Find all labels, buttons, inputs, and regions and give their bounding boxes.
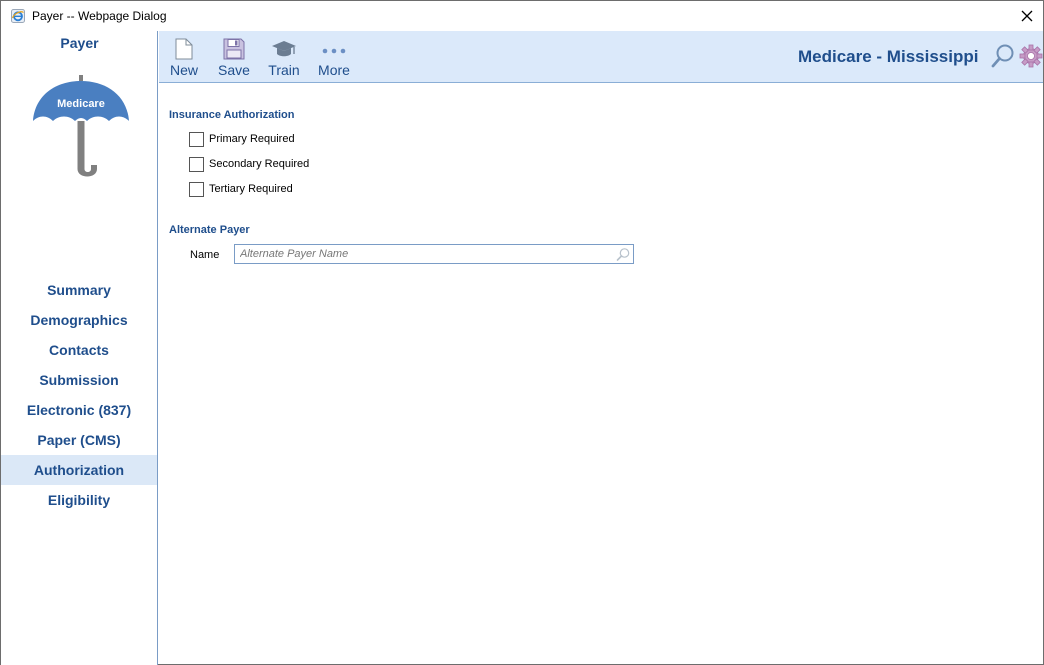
gear-icon (1019, 44, 1043, 68)
graduation-cap-icon (272, 41, 296, 57)
sidebar-item-submission[interactable]: Submission (1, 365, 157, 395)
sidebar-item-eligibility[interactable]: Eligibility (1, 485, 157, 515)
sidebar-item-demographics[interactable]: Demographics (1, 305, 157, 335)
title-bar: Payer -- Webpage Dialog (1, 1, 1043, 31)
sidebar-item-electronic-837[interactable]: Electronic (837) (1, 395, 157, 425)
more-dots-icon (322, 48, 346, 54)
search-icon (991, 44, 1014, 68)
close-icon (1021, 10, 1033, 22)
toolbar-settings-button[interactable] (1018, 43, 1044, 71)
new-label: New (169, 62, 198, 78)
payer-name-heading: Medicare - Mississippi (798, 47, 979, 66)
window-title: Payer -- Webpage Dialog (32, 9, 167, 23)
sidebar-nav: Summary Demographics Contacts Submission… (1, 275, 157, 515)
toolbar-search-button[interactable] (990, 43, 1016, 71)
tertiary-required-label: Tertiary Required (209, 183, 293, 195)
train-button[interactable]: Train (259, 35, 309, 81)
close-button[interactable] (1011, 1, 1043, 31)
umbrella-icon: Medicare (33, 75, 129, 177)
logo-text: Medicare (57, 98, 105, 110)
floppy-disk-icon (223, 38, 245, 60)
ie-icon (11, 9, 25, 23)
sidebar-item-authorization[interactable]: Authorization (1, 455, 157, 485)
secondary-required-checkbox[interactable] (189, 157, 204, 172)
primary-required-label: Primary Required (209, 133, 295, 145)
sidebar-title: Payer (60, 35, 99, 51)
sidebar-item-paper-cms[interactable]: Paper (CMS) (1, 425, 157, 455)
search-icon[interactable] (615, 247, 631, 262)
dialog-window: Payer -- Webpage Dialog Payer Medicare S… (0, 0, 1044, 665)
alternate-payer-name-field (234, 244, 634, 264)
save-label: Save (218, 62, 250, 78)
authorization-panel: Insurance Authorization Primary Required… (159, 84, 1043, 665)
new-document-icon (175, 38, 193, 60)
save-button[interactable]: Save (209, 35, 259, 81)
more-button[interactable]: More (309, 35, 359, 81)
more-label: More (318, 62, 350, 78)
name-label: Name (190, 249, 220, 261)
train-label: Train (268, 62, 300, 78)
sidebar-item-contacts[interactable]: Contacts (1, 335, 157, 365)
tertiary-required-checkbox[interactable] (189, 182, 204, 197)
secondary-required-label: Secondary Required (209, 158, 310, 170)
sidebar: Payer Medicare Summary Demographics Cont… (1, 31, 158, 665)
sidebar-item-summary[interactable]: Summary (1, 275, 157, 305)
insurance-authorization-title: Insurance Authorization (169, 109, 295, 121)
new-button[interactable]: New (159, 35, 209, 81)
primary-required-checkbox[interactable] (189, 132, 204, 147)
alternate-payer-title: Alternate Payer (169, 224, 250, 236)
alternate-payer-name-input[interactable] (235, 245, 611, 263)
toolbar: New Save Train More Medicare - Mississip… (159, 31, 1043, 83)
